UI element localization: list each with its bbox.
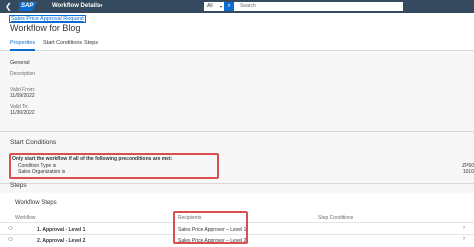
sap-logo[interactable]: SAP — [19, 2, 37, 11]
user-icon: ☺ — [7, 236, 15, 243]
column-header-workflow: Workflow — [15, 215, 36, 221]
steps-heading: Steps — [10, 182, 27, 189]
step-name: 1. Approval - Level 1 — [37, 227, 86, 233]
general-heading: General — [10, 60, 30, 66]
search-input[interactable]: Search — [224, 2, 403, 11]
tab-steps[interactable]: Steps — [84, 40, 98, 51]
description-label: Description — [10, 71, 36, 77]
tab-start-conditions[interactable]: Start Conditions — [43, 40, 82, 51]
workflow-steps-title: Workflow Steps — [15, 200, 57, 206]
valid-from-value: 11/09/2022 — [10, 93, 35, 99]
chevron-down-icon: ▾ — [219, 4, 222, 9]
condition-value: 1010 — [462, 169, 474, 175]
section-divider — [0, 183, 474, 184]
chevron-down-icon[interactable]: ▾ — [100, 2, 103, 11]
search-scope-value: All — [207, 3, 213, 9]
object-header: Sales Price Approval Request Workflow fo… — [0, 13, 474, 51]
search-icon[interactable]: ⌕ — [224, 2, 234, 11]
condition-name: Sales Organization is — [18, 169, 66, 175]
start-conditions-heading: Start Conditions — [10, 139, 57, 146]
shell-bar: ❮ SAP Workflow Details ▾ All ▾ Search ⌕ — [0, 0, 474, 13]
app-title[interactable]: Workflow Details — [52, 2, 100, 11]
step-name: 2. Approval - Level 2 — [37, 238, 86, 244]
search-scope-select[interactable]: All ▾ — [204, 2, 224, 11]
page-title: Workflow for Blog — [10, 23, 81, 33]
sap-logo-text: SAP — [21, 3, 34, 9]
chevron-right-icon[interactable]: › — [463, 225, 465, 231]
breadcrumb[interactable]: Sales Price Approval Request — [9, 15, 86, 23]
user-icon: ☺ — [7, 225, 15, 232]
valid-to-value: 11/30/2022 — [10, 110, 35, 116]
tab-properties[interactable]: Properties — [10, 40, 36, 51]
highlight-box — [173, 211, 248, 244]
back-icon[interactable]: ❮ — [5, 2, 13, 11]
chevron-right-icon[interactable]: › — [463, 236, 465, 242]
column-header-step-conditions: Step Conditions — [318, 215, 354, 221]
section-divider — [0, 131, 474, 132]
start-conditions-intro: Only start the workflow if all of the fo… — [12, 156, 173, 162]
